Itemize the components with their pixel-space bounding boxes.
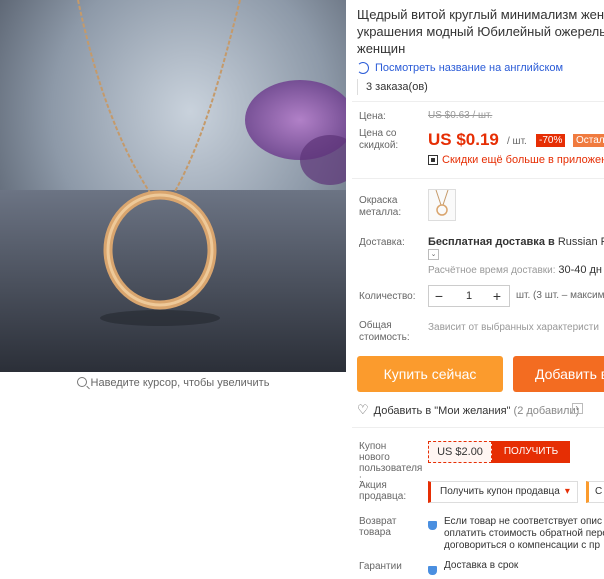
shipping-destination[interactable]: Russian Fede <box>558 236 604 248</box>
warranty-text: Доставка в срок <box>444 560 519 571</box>
delivery-time: Расчётное время доставки: 30-40 дн <box>428 264 603 276</box>
heart-icon: ♡ <box>357 402 369 417</box>
old-price: US $0.63 / шт. <box>428 110 493 121</box>
add-to-wishlist-link[interactable]: ♡ Добавить в "Мои желания" (2 добавили) <box>357 402 579 418</box>
buy-now-button[interactable]: Купить сейчас <box>357 356 503 392</box>
seller-coupon-dropdown[interactable]: Получить купон продавца ▾ <box>428 481 578 503</box>
time-left-badge: Остал <box>573 134 604 147</box>
seller-promo-label: Акция продавца: <box>359 480 407 502</box>
total-label: Общая стоимость: <box>359 320 410 343</box>
shipping-dropdown-chevron-icon[interactable]: ⌄ <box>428 249 439 260</box>
quantity-increase-button[interactable]: + <box>490 285 504 307</box>
stock-info: шт. (3 шт. – максим <box>516 290 604 301</box>
translate-icon <box>357 62 369 74</box>
quantity-decrease-button[interactable]: − <box>432 285 446 307</box>
total-value: Зависит от выбранных характеристи <box>428 322 599 333</box>
color-label: Окраска металла: <box>359 195 402 218</box>
quantity-label: Количество: <box>359 291 416 302</box>
chevron-down-icon: ▾ <box>564 486 570 497</box>
divider <box>352 178 604 179</box>
return-label: Возврат товара <box>359 516 397 538</box>
new-user-coupon-label: Купон нового пользователя : <box>359 441 423 485</box>
orders-count: 3 заказа(ов) <box>357 79 434 95</box>
product-title: Щедрый витой круглый минимализм жен укра… <box>357 7 604 56</box>
shipping-label: Доставка: <box>359 237 405 248</box>
current-price: US $0.19 <box>428 130 499 149</box>
divider <box>352 427 604 428</box>
warranty-label: Гарантии <box>359 561 402 572</box>
necklace-thumbnail-icon <box>435 189 449 216</box>
app-discount-link[interactable]: Скидки ещё больше в приложении <box>428 154 604 166</box>
product-image[interactable] <box>0 0 346 372</box>
discount-badge: -70% <box>536 134 566 147</box>
translate-title-link[interactable]: Посмотреть название на английском <box>357 62 563 74</box>
return-shield-icon <box>428 516 437 534</box>
price-unit: / шт. <box>507 136 527 147</box>
price-label: Цена: <box>359 111 386 122</box>
add-to-cart-button[interactable]: Добавить в <box>513 356 604 392</box>
qr-code-icon <box>428 155 438 165</box>
color-option-thumbnail[interactable] <box>428 189 456 221</box>
zoom-hint: Наведите курсор, чтобы увеличить <box>0 377 346 389</box>
magnifier-icon <box>76 377 87 387</box>
divider <box>352 101 604 102</box>
return-policy-text: Если товар не соответствует опис оплатит… <box>444 516 604 551</box>
discount-price-label: Цена со скидкой: <box>359 128 399 151</box>
wishlist-dropdown-chevron-icon[interactable]: ⌄ <box>572 403 583 414</box>
seller-coupon-2[interactable]: С <box>586 481 604 503</box>
shipping-info: Бесплатная доставка в Russian Fede <box>428 236 604 248</box>
warranty-shield-icon <box>428 561 437 579</box>
quantity-input[interactable]: 1 <box>454 285 484 307</box>
new-user-coupon-value: US $2.00 <box>428 441 492 463</box>
get-coupon-button[interactable]: ПОЛУЧИТЬ <box>492 441 570 463</box>
